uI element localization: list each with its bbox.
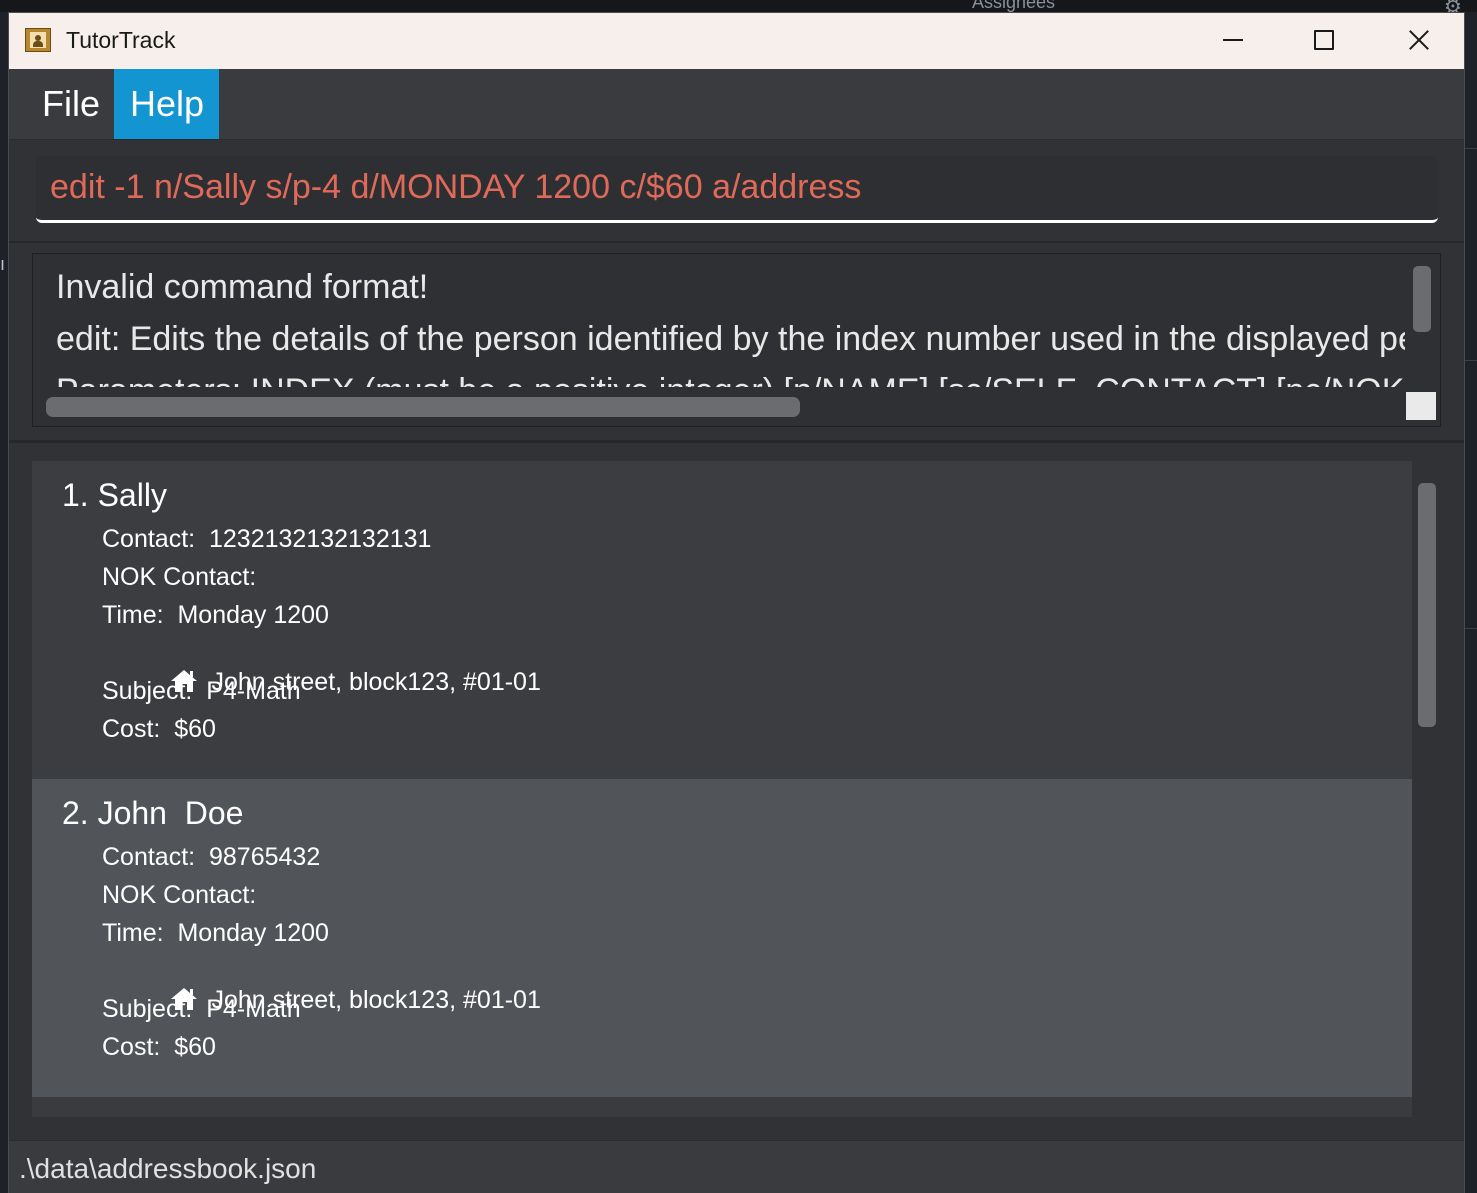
- person-name: 1. Sally: [62, 477, 167, 513]
- background-divider: [1464, 628, 1477, 629]
- result-pane: Invalid command format! edit: Edits the …: [9, 243, 1464, 443]
- person-contact: Contact: 98765432: [102, 843, 321, 871]
- app-icon: [25, 28, 51, 52]
- result-vertical-scrollbar[interactable]: [1413, 266, 1431, 332]
- background-topbar: [0, 0, 1477, 12]
- result-horizontal-scrollbar[interactable]: [46, 397, 800, 417]
- background-divider: [1464, 148, 1477, 149]
- command-input[interactable]: edit -1 n/Sally s/p-4 d/MONDAY 1200 c/$6…: [36, 156, 1438, 223]
- person-nok-contact: NOK Contact:: [102, 881, 257, 909]
- background-divider: [1464, 360, 1477, 361]
- person-name: 2. John Doe: [62, 795, 244, 831]
- result-viewport: Invalid command format! edit: Edits the …: [33, 254, 1405, 387]
- person-cost: Cost: $60: [102, 1033, 216, 1061]
- close-icon[interactable]: [1371, 13, 1463, 69]
- background-fragment: ı: [0, 254, 6, 274]
- result-line: Invalid command format!: [56, 268, 429, 306]
- scroll-corner: [1406, 392, 1436, 420]
- person-time: Time: Monday 1200: [102, 601, 329, 629]
- person-card[interactable]: 1. Sally Contact: 1232132132132131 NOK C…: [32, 461, 1412, 779]
- menu-bar: File Help: [9, 69, 1464, 140]
- person-subject: Subject: P4-Math: [102, 995, 301, 1023]
- result-line: edit: Edits the details of the person id…: [56, 320, 1405, 358]
- person-subject: Subject: P4-Math: [102, 677, 301, 705]
- menu-file[interactable]: File: [26, 69, 116, 139]
- window-title: TutorTrack: [66, 27, 176, 53]
- person-list-scrollbar[interactable]: [1418, 483, 1436, 727]
- title-bar[interactable]: TutorTrack: [9, 13, 1464, 69]
- minimize-icon[interactable]: [1187, 13, 1279, 69]
- app-window: TutorTrack File Help edit -1 n/Sally s/p…: [9, 13, 1464, 1193]
- command-input-text[interactable]: edit -1 n/Sally s/p-4 d/MONDAY 1200 c/$6…: [50, 168, 861, 207]
- person-nok-contact: NOK Contact:: [102, 563, 257, 591]
- person-contact: Contact: 1232132132132131: [102, 525, 432, 553]
- status-bar: .\data\addressbook.json: [9, 1140, 1464, 1193]
- maximize-icon[interactable]: [1279, 13, 1371, 69]
- person-list[interactable]: 1. Sally Contact: 1232132132132131 NOK C…: [32, 461, 1412, 1117]
- result-display[interactable]: Invalid command format! edit: Edits the …: [32, 253, 1441, 427]
- status-file-path: .\data\addressbook.json: [19, 1153, 317, 1184]
- person-cost: Cost: $60: [102, 715, 216, 743]
- menu-help[interactable]: Help: [114, 69, 219, 139]
- person-time: Time: Monday 1200: [102, 919, 329, 947]
- background-assignees-label: Assignees: [972, 0, 1056, 12]
- person-card-selected[interactable]: 2. John Doe Contact: 98765432 NOK Contac…: [32, 779, 1412, 1097]
- person-list-pane: 1. Sally Contact: 1232132132132131 NOK C…: [9, 443, 1464, 1140]
- result-line: Parameters: INDEX (must be a positive in…: [56, 372, 1405, 387]
- command-pane: edit -1 n/Sally s/p-4 d/MONDAY 1200 c/$6…: [9, 140, 1464, 243]
